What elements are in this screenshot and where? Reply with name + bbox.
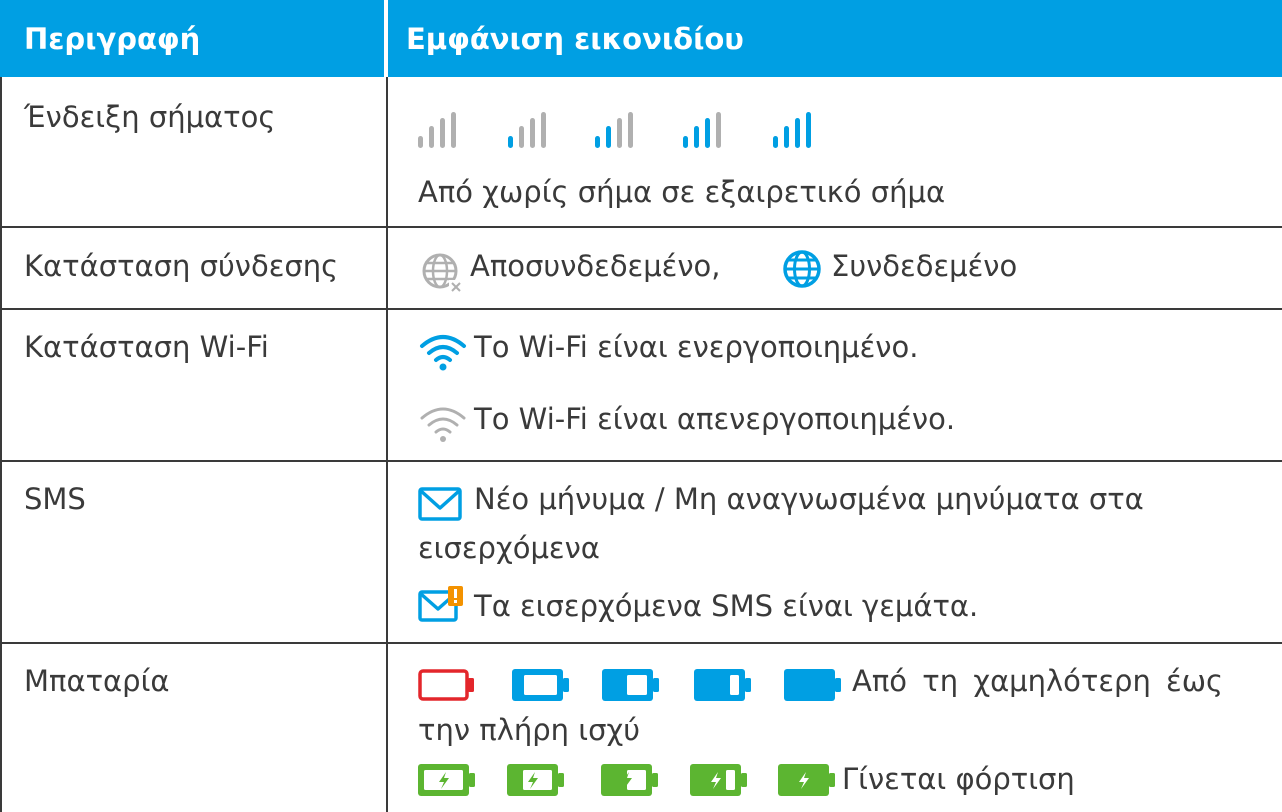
wifi-label: Κατάσταση Wi-Fi <box>24 330 269 364</box>
wifi-on-icon <box>420 335 466 371</box>
signal-icons <box>418 112 838 150</box>
signal-2-icon <box>595 112 633 148</box>
battery-levels-text-line1: Από τη χαμηλότερη έως <box>852 664 1224 698</box>
envelope-icon <box>418 487 462 521</box>
signal-0-icon <box>418 112 456 148</box>
battery-high-icon <box>694 669 751 701</box>
envelope-alert-icon <box>418 586 463 622</box>
wifi-off-text: Το Wi-Fi είναι απενεργοποιημένο. <box>474 402 956 436</box>
row-divider <box>0 308 1282 310</box>
battery-charging-icon <box>601 764 658 796</box>
header-cell-icon: Εμφάνιση εικονιδίου <box>388 0 1282 77</box>
battery-label: Μπαταρία <box>24 664 170 698</box>
connection-label: Κατάσταση σύνδεσης <box>24 249 339 283</box>
battery-charging-icon <box>690 764 747 796</box>
wifi-off-icon <box>420 407 466 442</box>
battery-charging-icon <box>778 764 835 796</box>
header-cell-description: Περιγραφή <box>0 0 384 77</box>
header-description: Περιγραφή <box>24 22 201 56</box>
battery-full-icon <box>784 669 841 701</box>
battery-charging-text: Γίνεται φόρτιση <box>842 762 1075 796</box>
signal-1-icon <box>508 112 546 148</box>
globe-connected-icon <box>783 250 821 288</box>
battery-half-icon <box>602 669 659 701</box>
column-divider <box>386 77 388 812</box>
battery-levels-text-line2: την πλήρη ισχύ <box>418 713 640 747</box>
sms-new-text-line2: εισερχόμενα <box>418 531 600 565</box>
sms-label: SMS <box>24 482 86 516</box>
battery-charging-icon <box>418 764 475 796</box>
connection-connected-text: Συνδεδεμένο <box>831 249 1018 283</box>
wifi-on-text: Το Wi-Fi είναι ενεργοποιημένο. <box>474 330 919 364</box>
left-border <box>0 77 2 812</box>
signal-label: Ένδειξη σήματος <box>24 100 276 134</box>
signal-description: Από χωρίς σήμα σε εξαιρετικό σήμα <box>418 175 946 209</box>
sms-new-text-line1: Νέο μήνυμα / Μη αναγνωσμένα μηνύματα στα <box>474 482 1144 516</box>
battery-charging-icon <box>507 764 564 796</box>
header-icon-display: Εμφάνιση εικονιδίου <box>406 22 744 56</box>
row-divider <box>0 642 1282 644</box>
signal-4-icon <box>773 112 811 148</box>
globe-disconnected-icon <box>422 253 462 293</box>
connection-disconnected-text: Αποσυνδεδεμένο, <box>470 249 721 283</box>
signal-3-icon <box>683 112 721 148</box>
battery-low-icon <box>512 669 569 701</box>
row-divider <box>0 226 1282 228</box>
battery-empty-icon <box>418 669 474 701</box>
icon-table: Περιγραφή Εμφάνιση εικονιδίου Ένδειξη σή… <box>0 0 1282 812</box>
row-divider <box>0 460 1282 462</box>
sms-full-text: Τα εισερχόμενα SMS είναι γεμάτα. <box>474 589 979 623</box>
